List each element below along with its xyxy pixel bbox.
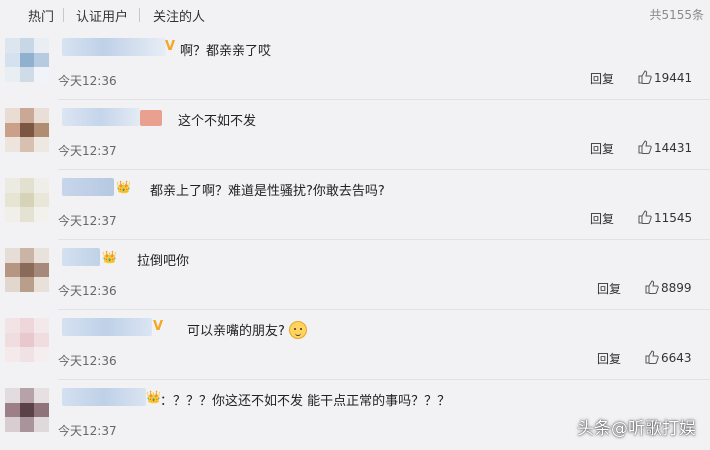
comment-time: 今天12:37 bbox=[58, 424, 117, 438]
username[interactable] bbox=[62, 108, 140, 126]
thumbs-up-icon bbox=[638, 70, 652, 84]
comment-text: 拉倒吧你 bbox=[137, 254, 190, 269]
tab-following[interactable]: 关注的人 bbox=[153, 6, 205, 25]
like-count: 19441 bbox=[654, 71, 693, 85]
crown-badge-icon: 👑 bbox=[116, 180, 131, 194]
comment-text: 都亲上了啊？难道是性骚扰?你敢去告吗? bbox=[150, 184, 385, 199]
comment-item: V 可以亲嘴的朋友? 今天12:36 回复 6643 bbox=[0, 310, 710, 380]
comment-total-count: 共5155条 bbox=[649, 8, 704, 22]
like-count: 11545 bbox=[654, 211, 693, 225]
avatar[interactable] bbox=[5, 108, 49, 152]
reply-button[interactable]: 回复 bbox=[597, 350, 621, 367]
reply-button[interactable]: 回复 bbox=[590, 140, 614, 157]
like-button[interactable]: 19441 bbox=[638, 70, 692, 85]
tab-divider bbox=[139, 8, 140, 22]
comment-text: ：？？？你这还不如不发 能干点正常的事吗？？？ bbox=[160, 394, 451, 409]
thumbs-up-icon bbox=[645, 350, 659, 364]
comment-time: 今天12:37 bbox=[58, 144, 117, 158]
like-count: 8899 bbox=[661, 281, 692, 295]
tab-divider bbox=[63, 8, 64, 22]
vip-badge-icon: V bbox=[165, 39, 176, 54]
comment-item: 这个不如不发 今天12:37 回复 14431 bbox=[0, 100, 710, 170]
username[interactable] bbox=[62, 178, 114, 196]
username[interactable] bbox=[62, 38, 166, 56]
avatar[interactable] bbox=[5, 178, 49, 222]
comment-text: 这个不如不发 bbox=[178, 114, 257, 129]
comment-item: V 啊？都亲亲了哎 今天12:36 回复 19441 bbox=[0, 30, 710, 100]
like-button[interactable]: 14431 bbox=[638, 140, 692, 155]
thumbs-up-icon bbox=[645, 280, 659, 294]
doge-emoji-icon bbox=[288, 321, 307, 339]
avatar[interactable] bbox=[5, 388, 49, 432]
tab-verified-users[interactable]: 认证用户 bbox=[76, 6, 128, 25]
thumbs-up-icon bbox=[638, 140, 652, 154]
comment-time: 今天12:37 bbox=[58, 214, 117, 228]
comment-time: 今天12:36 bbox=[58, 284, 117, 298]
comment-item: 👑 拉倒吧你 今天12:36 回复 8899 bbox=[0, 240, 710, 310]
reply-button[interactable]: 回复 bbox=[590, 70, 614, 87]
comment-text-content: 可以亲嘴的朋友? bbox=[187, 324, 285, 339]
thumbs-up-icon bbox=[638, 210, 652, 224]
reply-button[interactable]: 回复 bbox=[590, 210, 614, 227]
reply-button[interactable]: 回复 bbox=[597, 280, 621, 297]
comment-time: 今天12:36 bbox=[58, 74, 117, 88]
like-button[interactable]: 8899 bbox=[645, 280, 692, 295]
crown-badge-icon: 👑 bbox=[146, 390, 161, 404]
comment-text: 啊？都亲亲了哎 bbox=[180, 44, 272, 59]
comment-text: 可以亲嘴的朋友? bbox=[187, 320, 307, 339]
user-badge-icon bbox=[140, 110, 162, 126]
comment-time: 今天12:36 bbox=[58, 354, 117, 368]
like-button[interactable]: 11545 bbox=[638, 210, 692, 225]
tab-hot[interactable]: 热门 bbox=[28, 6, 54, 25]
vip-badge-icon: V bbox=[153, 319, 164, 334]
crown-badge-icon: 👑 bbox=[102, 250, 117, 264]
like-count: 14431 bbox=[654, 141, 693, 155]
like-button[interactable]: 6643 bbox=[645, 350, 692, 365]
avatar[interactable] bbox=[5, 318, 49, 362]
watermark: 头条@听歌打娱 bbox=[577, 419, 696, 439]
username[interactable] bbox=[62, 248, 100, 266]
avatar[interactable] bbox=[5, 38, 49, 82]
comment-tabs: 热门 认证用户 关注的人 共5155条 bbox=[0, 0, 710, 30]
like-count: 6643 bbox=[661, 351, 692, 365]
username[interactable] bbox=[62, 318, 152, 336]
avatar[interactable] bbox=[5, 248, 49, 292]
username[interactable] bbox=[62, 388, 146, 406]
comment-item: 👑 都亲上了啊？难道是性骚扰?你敢去告吗? 今天12:37 回复 11545 bbox=[0, 170, 710, 240]
